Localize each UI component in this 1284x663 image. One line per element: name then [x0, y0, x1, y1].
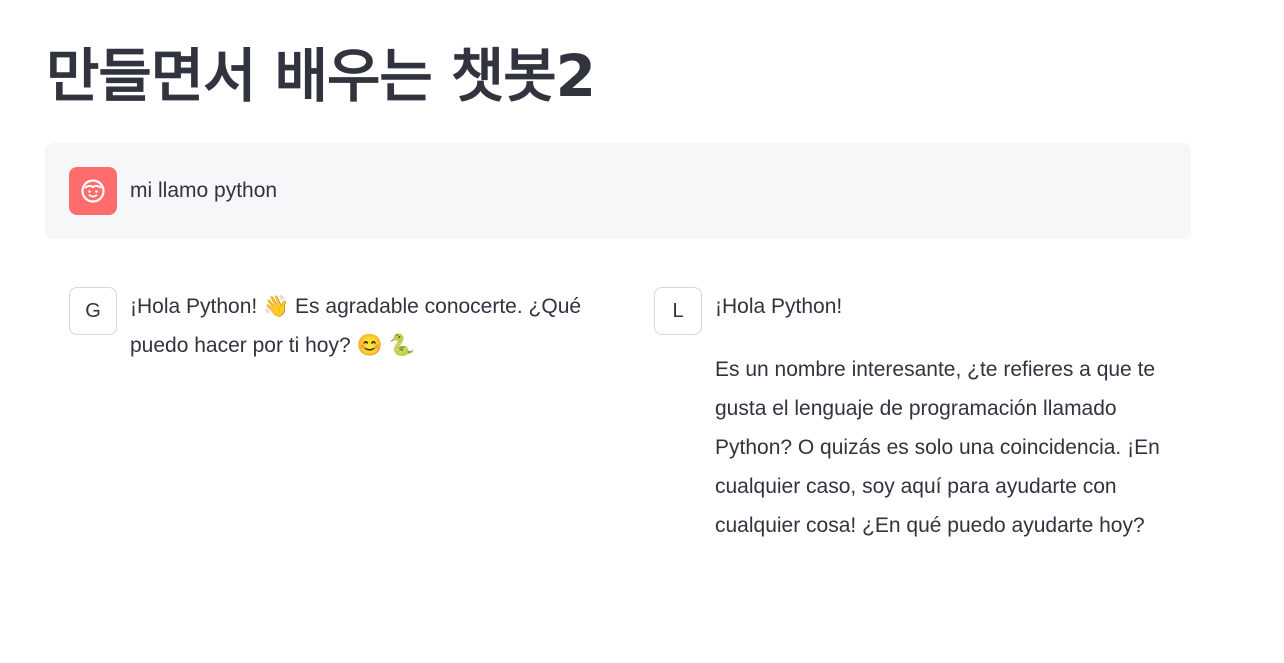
user-message-text: mi llamo python [130, 179, 278, 202]
assistant-avatar-g: G [69, 287, 117, 335]
chat-page: 만들면서 배우는 챗봇2 mi llamo python G ¡Hola Pyt… [0, 0, 1284, 663]
message-paragraph: ¡Hola Python! 👋 Es agradable conocerte. … [130, 295, 582, 357]
user-avatar [69, 167, 117, 215]
page-title: 만들면서 배우는 챗봇2 [46, 42, 596, 110]
user-message: mi llamo python [45, 143, 1191, 239]
assistant-avatar-l: L [654, 287, 702, 335]
smiling-face-icon [81, 179, 105, 203]
assistant-message-text: ¡Hola Python! Es un nombre interesante, … [715, 287, 1195, 545]
message-paragraph: ¡Hola Python! [715, 295, 843, 318]
message-paragraph: Es un nombre interesante, ¿te refieres a… [715, 358, 1160, 537]
assistant-message-text: ¡Hola Python! 👋 Es agradable conocerte. … [130, 287, 620, 365]
